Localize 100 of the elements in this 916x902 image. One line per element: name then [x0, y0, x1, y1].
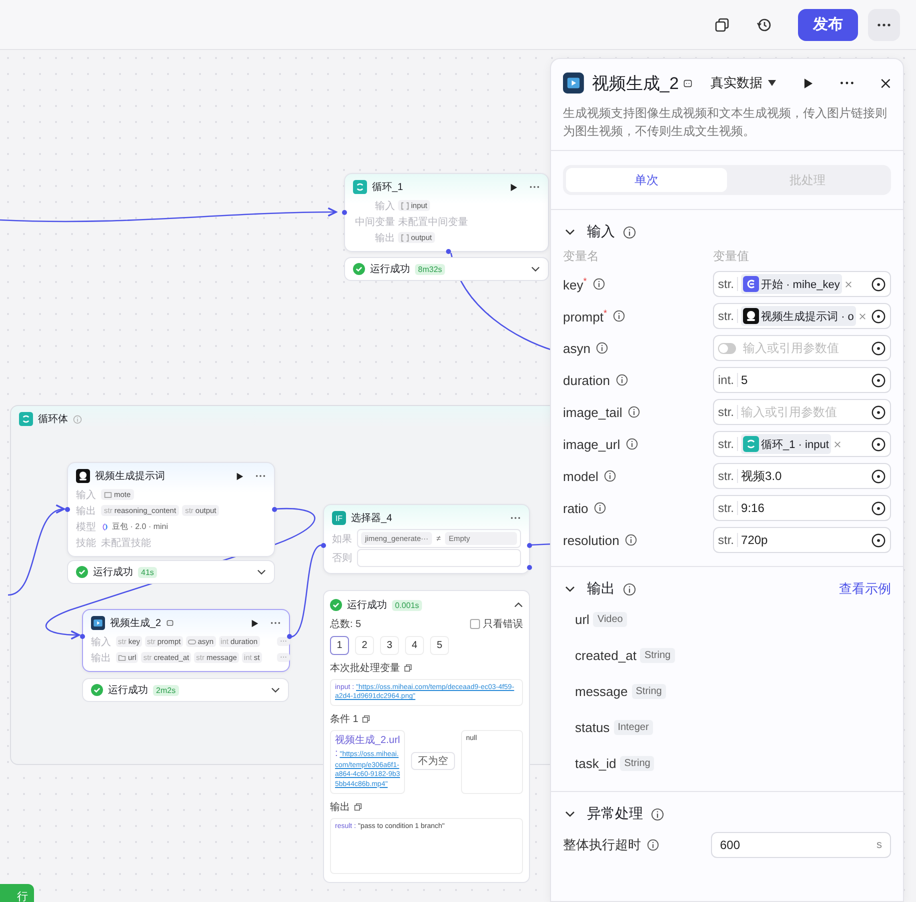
row-label: 中间变量 — [354, 216, 395, 228]
row-label: 模型 — [76, 520, 97, 534]
parameter-value-field[interactable]: str. 视频3.0 — [713, 463, 891, 489]
column-header: 变量值 — [713, 248, 749, 264]
run-status-bar[interactable]: 运行成功 2m2s — [82, 678, 289, 702]
parameter-name: image_tail — [563, 404, 622, 420]
row-label: 否则 — [332, 552, 353, 565]
duration-badge: 2m2s — [153, 684, 179, 696]
node-title: 视频生成_2 — [110, 616, 162, 630]
container-title: 循环体 — [38, 413, 68, 426]
type-label: int. — [718, 373, 738, 387]
node-title: 循环_1 — [372, 181, 404, 194]
row-label: 输出 — [91, 652, 112, 664]
setting-label: 整体执行超时 — [563, 836, 641, 854]
duration-badge: 0.001s — [392, 600, 422, 610]
parameter-value-field[interactable]: str. 输入或引用参数值 — [713, 399, 891, 425]
type-label: str. — [718, 309, 738, 323]
row-label: 输出 — [374, 232, 395, 244]
parameter-name: duration — [563, 372, 610, 388]
column-header: 变量名 — [563, 248, 599, 264]
data-mode-dropdown[interactable]: 真实数据 — [710, 74, 776, 92]
row-value: 未配置技能 — [101, 536, 151, 550]
type-tag: String — [640, 648, 675, 662]
section-title: 输入 — [587, 223, 615, 241]
parameter-name: ratio — [563, 500, 588, 516]
if-badge: IF — [332, 511, 346, 525]
model-name: 豆包 · 2.0 · mini — [112, 521, 168, 532]
row-label: 如果 — [332, 532, 353, 546]
page-button[interactable]: 5 — [430, 636, 449, 655]
row-label: 输出 — [76, 504, 97, 518]
reference-label: 开始 · mihe_key — [761, 278, 840, 292]
type-tag: String — [632, 684, 666, 698]
node-description: 生成视频支持图像生成视频和文本生成视频，传入图片链接则为图生视频，不传则生成文生视频。 — [563, 105, 888, 140]
status-text: 运行成功 — [347, 598, 387, 612]
checkbox-label: 只看错误 — [483, 618, 523, 631]
section-title: 条件 1 — [330, 712, 358, 726]
page-button[interactable]: 4 — [405, 636, 424, 655]
condition-operator: ≠ — [436, 534, 441, 543]
output-name: task_id — [575, 756, 616, 770]
mode-tab[interactable]: 单次 — [566, 168, 727, 192]
type-tag: Integer — [614, 720, 653, 734]
status-text: 运行成功 — [93, 566, 133, 579]
parameter-name: key$^{*}$ — [563, 276, 587, 292]
output-name: message — [575, 684, 628, 698]
row-label: 技能 — [76, 536, 97, 550]
field-value: 600 — [720, 838, 742, 852]
unit-label: s — [876, 839, 882, 851]
parameter-name: prompt$^{*}$ — [563, 308, 607, 324]
type-label: str. — [718, 469, 738, 483]
row-value: 未配置中间变量 — [398, 216, 468, 228]
timeout-field[interactable]: 600 s — [711, 832, 891, 858]
panel-title: 视频生成_2 — [592, 72, 679, 94]
parameter-value: 5 — [741, 373, 749, 387]
status-text: 运行成功 — [108, 684, 148, 697]
section-title: 本次批处理变量 — [330, 662, 400, 675]
run-status-bar[interactable]: 运行成功 8m32s — [344, 257, 549, 281]
output-name: url — [575, 612, 590, 626]
type-label: str. — [718, 277, 738, 291]
run-status-bar[interactable]: 运行成功 41s — [67, 560, 275, 584]
parameter-name: asyn — [563, 340, 590, 356]
page-button[interactable]: 2 — [355, 636, 374, 655]
parameter-value-field[interactable]: int. 5 — [713, 367, 891, 393]
type-label: str. — [718, 405, 738, 419]
parameter-value: 720p — [741, 533, 769, 547]
page-button[interactable]: 3 — [380, 636, 399, 655]
parameter-value-field[interactable]: str. 开始 · mihe_key — [713, 271, 891, 297]
row-label: 输入 — [91, 636, 112, 648]
output-name: created_at — [575, 648, 636, 662]
parameter-name: model — [563, 468, 598, 484]
status-text: 运行成功 — [370, 262, 410, 276]
section-title: 输出 — [587, 580, 615, 598]
placeholder-text: 输入或引用参数值 — [743, 340, 840, 356]
parameter-value: 视频3.0 — [741, 468, 783, 484]
type-label: str. — [718, 501, 738, 515]
parameter-value-field[interactable]: str. 9:16 — [713, 495, 891, 521]
reference-label: 视频生成提示词 · o — [761, 310, 854, 324]
duration-badge: 8m32s — [415, 264, 446, 274]
output-name: status — [575, 720, 610, 734]
node-title: 选择器_4 — [351, 512, 392, 525]
type-label: str. — [718, 533, 738, 547]
parameter-value-field[interactable]: str. 循环_1 · input — [713, 431, 891, 457]
publish-button[interactable]: 发布 — [798, 8, 858, 40]
page-button[interactable]: 1 — [330, 636, 349, 655]
parameter-name: resolution — [563, 532, 620, 548]
type-tag: String — [620, 756, 654, 770]
row-label: 输入 — [76, 488, 97, 502]
section-title: 异常处理 — [587, 805, 643, 823]
row-label: 输入 — [374, 200, 395, 212]
parameter-value-field[interactable]: str. 视频生成提示词 · o — [713, 303, 891, 329]
view-example-link[interactable]: 查看示例 — [839, 580, 891, 598]
reference-label: 循环_1 · input — [761, 438, 829, 452]
parameter-value-field[interactable]: str. 720p — [713, 527, 891, 553]
node-title: 视频生成提示词 — [95, 470, 165, 483]
operator-label: 不为空 — [411, 752, 455, 770]
section-title: 输出 — [330, 800, 350, 814]
parameter-value: 9:16 — [741, 501, 766, 515]
duration-badge: 41s — [138, 566, 157, 578]
placeholder-text: 输入或引用参数值 — [741, 404, 838, 420]
type-label: str. — [718, 437, 738, 451]
parameter-name: image_url — [563, 436, 620, 452]
